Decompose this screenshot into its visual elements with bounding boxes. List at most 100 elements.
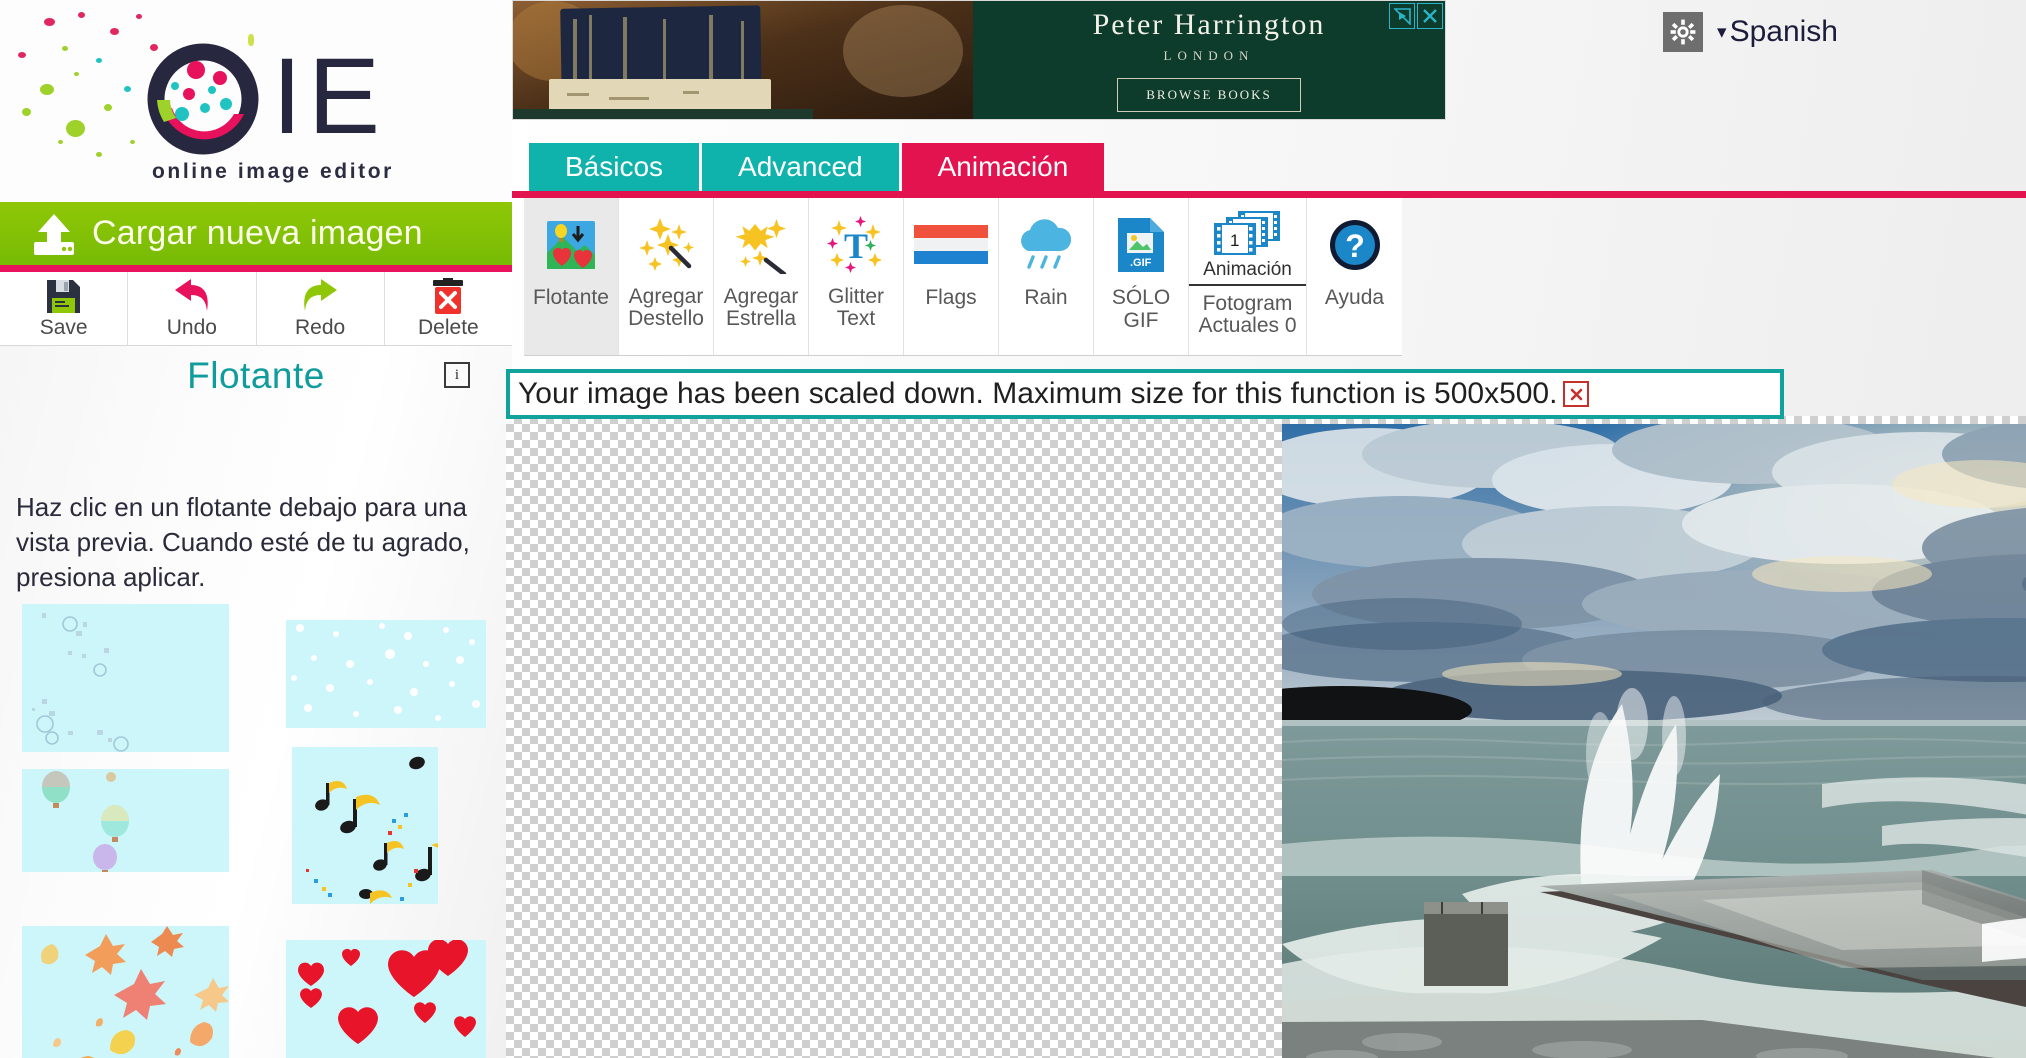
- list-item[interactable]: [286, 940, 486, 1058]
- rain-cloud-icon: [1013, 208, 1079, 282]
- save-button[interactable]: Save: [0, 272, 129, 345]
- delete-button[interactable]: Delete: [384, 272, 512, 345]
- tool-ayuda[interactable]: ? Ayuda: [1307, 198, 1402, 355]
- language-label: Spanish: [1729, 15, 1838, 48]
- redo-button[interactable]: Redo: [256, 272, 385, 345]
- flag-icon: [914, 208, 988, 282]
- svg-text:1: 1: [1230, 231, 1239, 250]
- advertisement-banner[interactable]: Peter Harrington LONDON BROWSE BOOKS: [512, 0, 1446, 120]
- ad-controls: [1389, 3, 1443, 29]
- editor-tool-row: Save Undo Redo Delete: [0, 272, 512, 346]
- logo-circle-icon: [142, 38, 264, 160]
- upload-icon: [26, 212, 82, 256]
- thumbnail-row: [18, 747, 498, 904]
- list-item[interactable]: [286, 620, 486, 728]
- left-sidebar: IE online image editor Cargar nueva imag…: [0, 0, 512, 1058]
- browse-books-button[interactable]: BROWSE BOOKS: [1117, 78, 1301, 112]
- gear-icon[interactable]: [1663, 12, 1704, 52]
- star-wand-icon: [730, 208, 792, 282]
- list-item[interactable]: [22, 604, 229, 752]
- tool-label: Ayuda: [1324, 286, 1385, 309]
- ad-content: Peter Harrington LONDON BROWSE BOOKS: [973, 1, 1445, 119]
- heart-icon: [286, 940, 486, 1058]
- language-selector[interactable]: ▾ Spanish: [1717, 15, 1838, 49]
- floppy-disk-icon: [45, 277, 82, 315]
- app-root: IE online image editor Cargar nueva imag…: [0, 0, 2026, 1058]
- tool-glitter-text[interactable]: T Glitter Text: [809, 198, 904, 355]
- divider: [1189, 284, 1306, 286]
- panel-header: Flotante i: [0, 347, 512, 405]
- panel-help-text: Haz clic en un flotante debajo para una …: [16, 492, 470, 592]
- logo-wordmark: IE: [272, 35, 387, 156]
- animation-toolbar: Flotante Agregar Destello Agregar Estrel…: [524, 198, 1402, 356]
- tab-label: Animación: [937, 151, 1069, 182]
- tool-flags[interactable]: Flags: [904, 198, 999, 355]
- close-x-icon[interactable]: [1417, 3, 1443, 29]
- tab-bar: Básicos Advanced Animación: [529, 143, 1105, 191]
- close-icon[interactable]: [1563, 381, 1590, 407]
- snow-sparkle-icon: [286, 623, 486, 728]
- upload-new-image-button[interactable]: Cargar nueva imagen: [0, 202, 512, 265]
- tab-label: Advanced: [738, 151, 863, 182]
- tool-agregar-destello[interactable]: Agregar Destello: [619, 198, 714, 355]
- tool-flotante[interactable]: Flotante: [524, 198, 619, 355]
- image-canvas[interactable]: [506, 416, 2026, 1058]
- save-button-label: Save: [39, 316, 88, 339]
- upload-button-label: Cargar nueva imagen: [92, 214, 423, 252]
- thumbnail-row: [18, 904, 498, 1058]
- ad-brand-name: Peter Harrington: [1092, 8, 1326, 41]
- ad-photo: [513, 1, 973, 119]
- delete-button-label: Delete: [418, 316, 479, 339]
- tab-label: Básicos: [565, 151, 664, 182]
- redo-button-label: Redo: [295, 316, 346, 339]
- tab-advanced[interactable]: Advanced: [702, 143, 899, 191]
- undo-button[interactable]: Undo: [128, 272, 257, 345]
- gif-file-icon: .GIF: [1116, 208, 1166, 282]
- list-item[interactable]: [22, 769, 229, 872]
- frames-button[interactable]: 1 Animación Fotogram Actuales 0: [1189, 198, 1307, 355]
- sparkle-wand-icon: [635, 208, 697, 282]
- chevron-down-icon: ▾: [1717, 21, 1727, 43]
- info-button[interactable]: i: [444, 362, 470, 388]
- topbar-settings: ▾ Spanish: [1663, 12, 1838, 52]
- tab-basicos[interactable]: Básicos: [529, 143, 700, 191]
- tool-solo-gif[interactable]: .GIF SÓLO GIF: [1094, 198, 1189, 355]
- upload-divider: [0, 265, 512, 272]
- tool-label: Agregar Destello: [628, 285, 704, 330]
- help-question-icon: ?: [1327, 208, 1383, 282]
- logo-tagline: online image editor: [152, 160, 394, 183]
- autumn-leaf-icon: [22, 926, 229, 1058]
- trash-icon: [431, 277, 465, 315]
- preset-thumbnail-grid: [18, 598, 498, 1058]
- undo-arrow-icon: [171, 277, 213, 315]
- frames-count-label: Fotogram Actuales 0: [1198, 292, 1297, 337]
- svg-text:T: T: [844, 226, 868, 266]
- music-note-icon: [292, 756, 438, 904]
- main-area: Peter Harrington LONDON BROWSE BOOKS ▾ S…: [506, 0, 2026, 1058]
- film-frames-icon: 1: [1213, 208, 1283, 260]
- tool-agregar-estrella[interactable]: Agregar Estrella: [714, 198, 809, 355]
- tool-rain[interactable]: Rain: [999, 198, 1094, 355]
- frames-top-label: Animación: [1203, 259, 1292, 280]
- list-item[interactable]: [292, 747, 438, 904]
- thumbnail-row: [18, 598, 498, 752]
- canvas-image[interactable]: [1282, 424, 2026, 1058]
- tool-label: Agregar Estrella: [723, 285, 799, 330]
- tool-label: Glitter Text: [827, 285, 884, 330]
- tool-label: Flotante: [533, 286, 609, 309]
- tool-label: SÓLO GIF: [1111, 286, 1171, 332]
- status-text: Your image has been scaled down. Maximum…: [518, 377, 1558, 410]
- list-item[interactable]: [22, 926, 229, 1058]
- page-title: Flotante: [187, 355, 325, 396]
- tool-label: Rain: [1024, 286, 1068, 309]
- redo-arrow-icon: [299, 277, 341, 315]
- status-banner: Your image has been scaled down. Maximum…: [506, 369, 1784, 419]
- floating-image-icon: [545, 208, 597, 282]
- hot-air-balloon-icon: [22, 771, 229, 872]
- svg-text:?: ?: [1345, 228, 1365, 264]
- tab-animacion[interactable]: Animación: [901, 143, 1105, 191]
- svg-text:.GIF: .GIF: [1130, 257, 1152, 269]
- glitter-text-icon: T: [825, 208, 887, 282]
- adchoices-icon[interactable]: [1389, 3, 1415, 29]
- undo-button-label: Undo: [166, 316, 217, 339]
